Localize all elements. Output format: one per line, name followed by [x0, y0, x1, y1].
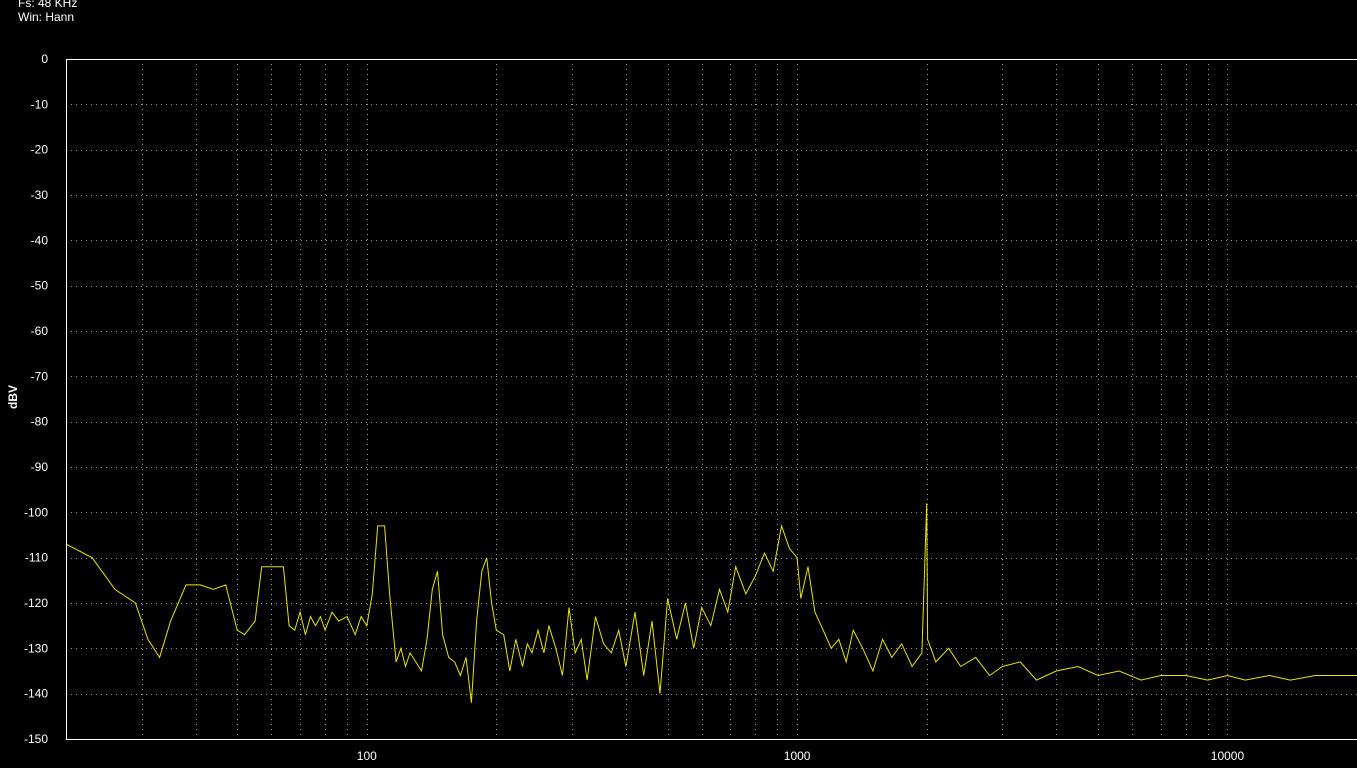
spectrum-analyzer-view: Fs: 48 KHz Win: Hann dBV 0 -10 -20 -30 -40 -5… [0, 0, 1357, 768]
y-tick-label: -10 [31, 97, 49, 111]
y-tick-label: -130 [24, 641, 48, 655]
y-tick-label: -30 [31, 188, 49, 202]
y-tick-label: -80 [31, 415, 49, 429]
grid [66, 59, 1357, 740]
y-tick-label: -140 [24, 687, 48, 701]
y-tick-label: -100 [24, 505, 48, 519]
y-tick-label: -60 [31, 324, 49, 338]
y-tick-label: -110 [25, 551, 48, 565]
y-tick-label: -40 [31, 233, 49, 247]
y-tick-label: 0 [41, 52, 48, 66]
x-tick-label: 10000 [1211, 749, 1245, 763]
y-tick-label: -70 [31, 369, 49, 383]
y-tick-label: -120 [24, 596, 48, 610]
y-tick-label: -50 [31, 279, 49, 293]
x-tick-label: 100 [357, 749, 377, 763]
y-tick-label: -90 [31, 460, 49, 474]
y-tick-label: -20 [31, 143, 49, 157]
y-tick-label: -150 [24, 732, 48, 746]
spectrum-plot[interactable]: 0 -10 -20 -30 -40 -50 -60 -70 -80 -90 -100 -110 -120… [0, 0, 1357, 768]
x-tick-label: 1000 [784, 749, 811, 763]
